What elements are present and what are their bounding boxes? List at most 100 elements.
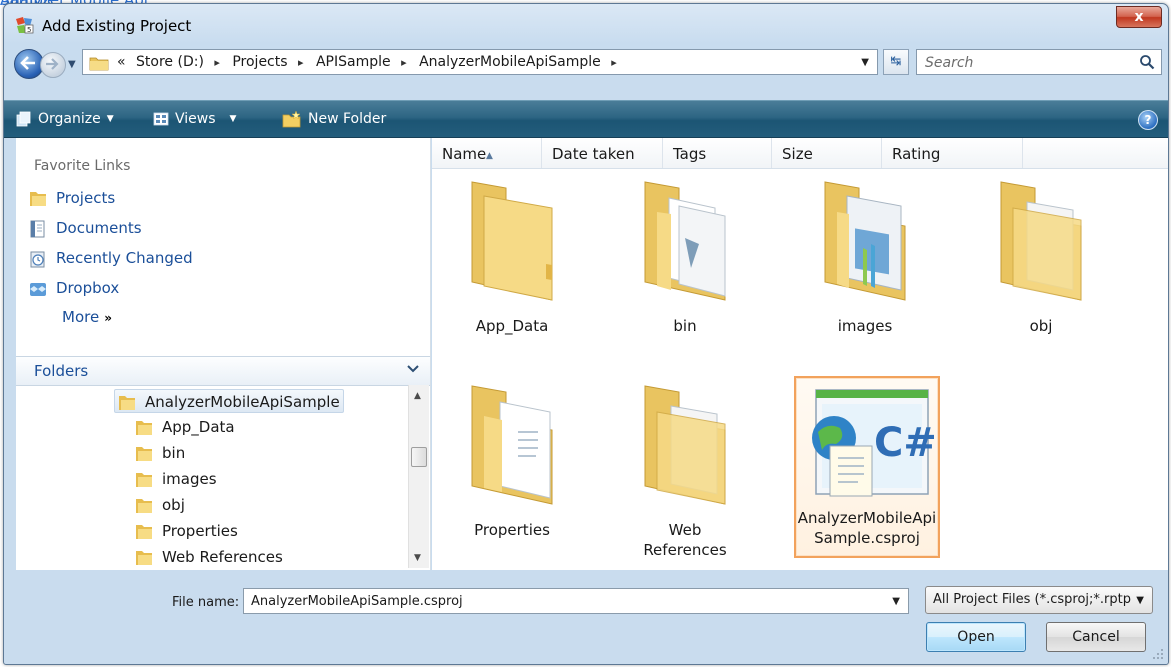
address-dropdown-icon[interactable]: ▼ bbox=[861, 57, 869, 68]
file-label: images bbox=[837, 317, 893, 335]
folder-icon bbox=[136, 524, 152, 539]
documents-icon bbox=[30, 220, 45, 237]
breadcrumb-projects[interactable]: Projects bbox=[232, 54, 287, 70]
favorite-link-projects[interactable]: Projects bbox=[28, 186, 115, 210]
file-item-images[interactable]: images bbox=[810, 178, 920, 336]
refresh-icon: ↹ bbox=[890, 54, 902, 69]
file-item-analyzermobileapisample-csproj[interactable]: C# AnalyzerMobileApi Sample.csproj bbox=[794, 376, 940, 558]
file-list: Name ▲ Date taken Tags Size Rating App_D… bbox=[432, 138, 1168, 570]
column-header-rating[interactable]: Rating bbox=[882, 138, 1023, 168]
folder-icon bbox=[89, 57, 109, 71]
column-header-label: Name bbox=[442, 145, 487, 163]
tree-item-properties[interactable]: Properties bbox=[134, 519, 238, 543]
csharp-badge: C# bbox=[874, 420, 934, 466]
folder-icon bbox=[30, 191, 46, 206]
breadcrumb-separator-icon[interactable]: ▸ bbox=[611, 56, 617, 69]
breadcrumb-separator-icon[interactable]: ▸ bbox=[298, 56, 304, 69]
file-label: Properties bbox=[474, 521, 550, 539]
navigation-pane: Favorite Links Projects Documents Recent… bbox=[16, 138, 431, 570]
file-item-properties[interactable]: Properties bbox=[457, 382, 567, 540]
file-name-input[interactable] bbox=[249, 593, 873, 610]
column-header-size[interactable]: Size bbox=[772, 138, 882, 168]
favorite-links-header: Favorite Links bbox=[34, 158, 131, 174]
tree-item-bin[interactable]: bin bbox=[134, 441, 185, 465]
file-label-line: Sample.csproj bbox=[814, 529, 920, 547]
open-button[interactable]: Open bbox=[926, 622, 1026, 652]
organize-menu[interactable]: Organize ▼ bbox=[16, 109, 114, 129]
resize-grip-icon[interactable] bbox=[1152, 648, 1164, 660]
column-header-tags[interactable]: Tags bbox=[663, 138, 772, 168]
refresh-button[interactable]: ↹ bbox=[883, 49, 909, 75]
tree-item-analyzermobileapisample[interactable]: AnalyzerMobileApiSample bbox=[114, 389, 344, 413]
new-folder-label: New Folder bbox=[308, 111, 387, 127]
favorite-link-recently-changed[interactable]: Recently Changed bbox=[28, 246, 193, 270]
file-item-obj[interactable]: obj bbox=[986, 178, 1096, 336]
folder-with-document-icon bbox=[471, 385, 553, 505]
folder-icon bbox=[471, 181, 553, 301]
folders-header[interactable]: Folders bbox=[16, 356, 430, 386]
search-input[interactable] bbox=[923, 53, 1127, 73]
favorite-link-documents[interactable]: Documents bbox=[28, 216, 142, 240]
column-header-date-taken[interactable]: Date taken bbox=[542, 138, 663, 168]
file-name-combobox[interactable]: ▼ bbox=[243, 588, 909, 614]
chevron-down-icon bbox=[407, 365, 419, 373]
tree-item-web-references[interactable]: Web References bbox=[134, 545, 283, 569]
cancel-button[interactable]: Cancel bbox=[1046, 622, 1146, 652]
tree-item-app-data[interactable]: App_Data bbox=[134, 415, 235, 439]
more-links-button[interactable]: More » bbox=[62, 308, 112, 326]
forward-button[interactable] bbox=[40, 52, 66, 78]
folder-icon bbox=[119, 395, 135, 410]
file-label: AnalyzerMobileApi Sample.csproj bbox=[796, 508, 938, 548]
address-bar[interactable]: « Store (D:) ▸ Projects ▸ APISample ▸ An… bbox=[82, 49, 878, 75]
breadcrumb-apisample[interactable]: APISample bbox=[316, 54, 391, 70]
search-box[interactable] bbox=[916, 49, 1162, 75]
file-item-bin[interactable]: bin bbox=[630, 178, 740, 336]
folder-icon bbox=[136, 472, 152, 487]
views-menu[interactable]: Views ▼ bbox=[153, 109, 236, 129]
column-header-name[interactable]: Name ▲ bbox=[432, 138, 542, 168]
window-title: Add Existing Project bbox=[42, 17, 192, 35]
tree-item-obj[interactable]: obj bbox=[134, 493, 185, 517]
dropbox-icon bbox=[30, 282, 46, 296]
folder-with-files-icon bbox=[644, 181, 726, 301]
search-icon[interactable] bbox=[1139, 54, 1155, 70]
title-bar: 5 Add Existing Project x bbox=[4, 4, 1168, 44]
breadcrumb-separator-icon[interactable]: ▸ bbox=[401, 56, 407, 69]
breadcrumb-overflow[interactable]: « bbox=[117, 54, 126, 70]
folder-with-files-icon bbox=[1000, 181, 1082, 301]
chevron-down-icon[interactable]: ▼ bbox=[892, 596, 900, 607]
tree-item-label: Properties bbox=[162, 522, 238, 540]
folder-with-files-icon bbox=[644, 385, 726, 505]
breadcrumb-store-d[interactable]: Store (D:) bbox=[136, 54, 204, 70]
file-item-web-references[interactable]: Web References bbox=[630, 382, 740, 560]
close-button[interactable]: x bbox=[1116, 6, 1162, 28]
history-dropdown-icon[interactable]: ▼ bbox=[68, 59, 76, 70]
tree-item-label: bin bbox=[162, 444, 186, 462]
file-item-app-data[interactable]: App_Data bbox=[457, 178, 567, 336]
more-links-label: More bbox=[62, 308, 100, 326]
column-header-label: Tags bbox=[673, 145, 707, 163]
help-icon[interactable]: ? bbox=[1138, 110, 1158, 130]
dialog-footer: File name: ▼ All Project Files (*.csproj… bbox=[4, 572, 1168, 664]
folder-icon bbox=[136, 498, 152, 513]
column-header-label: Rating bbox=[892, 145, 941, 163]
breadcrumb-separator-icon[interactable]: ▸ bbox=[214, 56, 220, 69]
scroll-down-icon[interactable]: ▼ bbox=[414, 553, 421, 563]
folder-tree-scrollbar[interactable]: ▲ ▼ bbox=[408, 385, 429, 568]
tree-item-label: AnalyzerMobileApiSample bbox=[145, 393, 340, 411]
double-chevron-icon: » bbox=[104, 311, 112, 325]
tree-item-label: images bbox=[162, 470, 217, 488]
file-type-filter[interactable]: All Project Files (*.csproj;*.rptp ▼ bbox=[925, 586, 1153, 614]
breadcrumb-analyzermobileapisample[interactable]: AnalyzerMobileApiSample bbox=[419, 54, 601, 70]
chevron-down-icon: ▼ bbox=[1136, 595, 1144, 606]
scroll-up-icon[interactable]: ▲ bbox=[414, 391, 421, 401]
file-name-label: File name: bbox=[172, 595, 240, 610]
csharp-project-icon: C# bbox=[812, 389, 937, 497]
favorite-link-label: Projects bbox=[56, 189, 116, 207]
new-folder-button[interactable]: New Folder bbox=[282, 109, 386, 129]
file-label: obj bbox=[1029, 317, 1053, 335]
svg-text:5: 5 bbox=[27, 26, 31, 34]
tree-item-images[interactable]: images bbox=[134, 467, 217, 491]
scrollbar-thumb[interactable] bbox=[411, 447, 427, 467]
favorite-link-dropbox[interactable]: Dropbox bbox=[28, 276, 119, 300]
